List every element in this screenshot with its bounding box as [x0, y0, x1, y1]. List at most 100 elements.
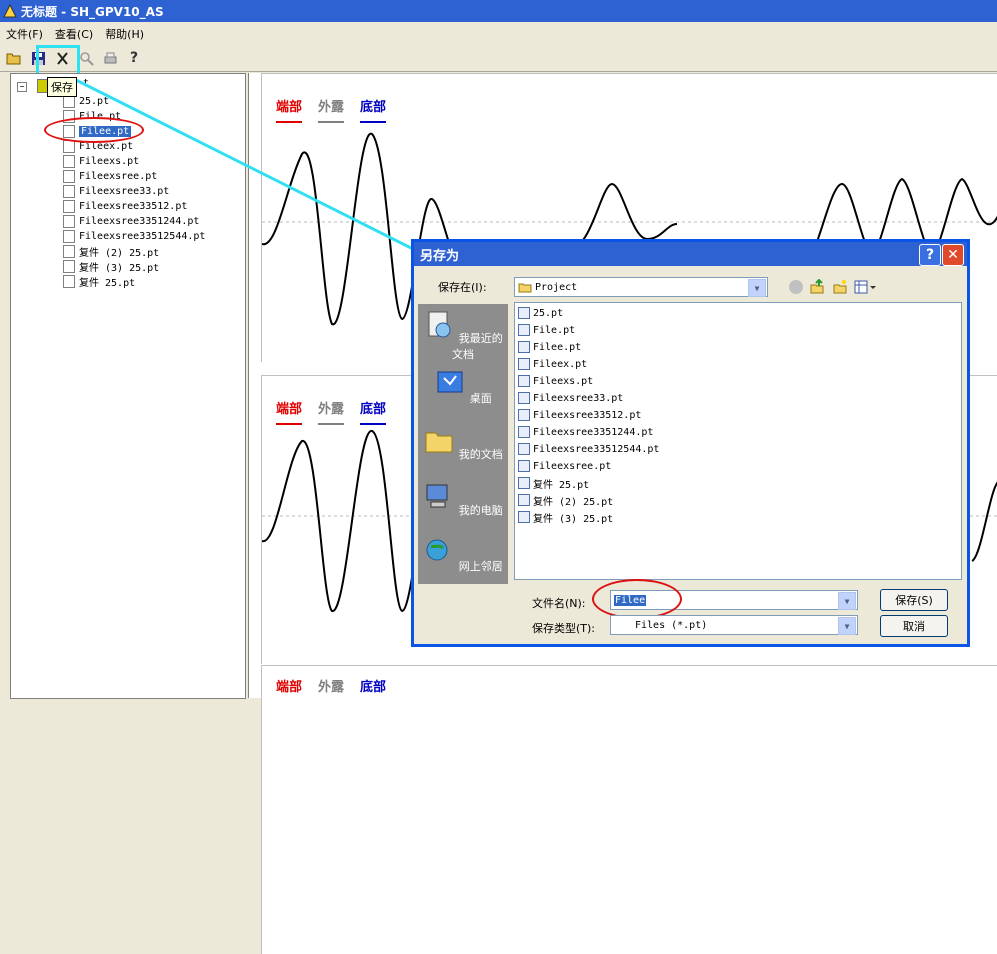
file-icon — [518, 443, 530, 455]
list-item[interactable]: Filee.pt — [518, 339, 581, 355]
place-label: 我最近的文档 — [452, 332, 503, 361]
folder-icon — [518, 283, 532, 292]
computer-icon — [426, 484, 448, 508]
save-button[interactable]: 保存(S) — [880, 589, 948, 611]
place-my-computer[interactable]: 我的电脑 — [418, 480, 508, 518]
legend: 端部 外露 底部 — [276, 676, 386, 703]
file-icon — [518, 341, 530, 353]
dialog-close-button[interactable]: ✕ — [942, 244, 964, 266]
list-item[interactable]: Fileexsree33512544.pt — [518, 441, 659, 457]
menu-view[interactable]: 查看(C) — [49, 26, 99, 42]
up-folder-button[interactable] — [809, 278, 825, 295]
new-folder-button[interactable] — [832, 279, 848, 295]
lookin-combo[interactable]: Project ▼ — [514, 277, 768, 297]
tree-item[interactable]: Fileexs.pt — [63, 154, 139, 168]
list-item[interactable]: Fileexsree33512.pt — [518, 407, 641, 423]
list-item[interactable]: Fileexsree3351244.pt — [518, 424, 653, 440]
list-item[interactable]: Fileexsree33.pt — [518, 390, 623, 406]
file-icon — [63, 229, 75, 243]
tree-item[interactable]: 复件 (2) 25.pt — [63, 244, 159, 259]
question-icon: ? — [925, 247, 935, 263]
place-label: 桌面 — [469, 392, 492, 405]
wave-panel-3: 端部 外露 底部 — [261, 665, 997, 954]
view-menu-button[interactable] — [854, 279, 878, 295]
back-button[interactable] — [789, 280, 803, 294]
filename-annotation — [592, 579, 682, 619]
place-recent[interactable]: 我最近的文档 — [418, 308, 508, 362]
folder-open-icon — [6, 53, 21, 65]
file-icon — [518, 375, 530, 387]
place-my-documents[interactable]: 我的文档 — [418, 424, 508, 462]
tree-item[interactable]: Fileexsree33512544.pt — [63, 229, 205, 243]
tree-item[interactable]: Fileexsree.pt — [63, 169, 157, 183]
place-label: 我的电脑 — [458, 504, 503, 517]
menu-bar: 文件(F) 查看(C) 帮助(H) — [0, 23, 997, 44]
place-network[interactable]: 网上邻居 — [418, 536, 508, 574]
network-globe-icon — [426, 539, 448, 561]
desktop-icon — [437, 371, 463, 393]
printer-icon — [104, 52, 116, 63]
place-desktop[interactable]: 桌面 — [418, 368, 508, 406]
file-icon — [63, 184, 75, 198]
list-item[interactable]: 复件 (2) 25.pt — [518, 492, 613, 508]
close-icon: ✕ — [947, 247, 959, 263]
tree-item[interactable]: Fileexsree33.pt — [63, 184, 169, 198]
file-icon — [63, 199, 75, 213]
tree-item[interactable]: Fileexsree33512.pt — [63, 199, 187, 213]
up-folder-icon — [810, 278, 824, 294]
file-icon — [518, 460, 530, 472]
file-icon — [518, 477, 530, 489]
legend-end: 端部 — [276, 680, 303, 695]
recent-documents-icon — [428, 311, 451, 338]
list-item[interactable]: 复件 25.pt — [518, 475, 589, 491]
file-icon — [63, 244, 75, 258]
new-folder-icon — [833, 280, 847, 294]
dialog-title: 另存为 — [420, 248, 460, 264]
chevron-down-icon[interactable]: ▼ — [748, 279, 766, 297]
place-label: 网上邻居 — [458, 560, 503, 573]
print-button[interactable] — [100, 48, 120, 68]
file-icon — [518, 324, 530, 336]
list-item[interactable]: 25.pt — [518, 305, 563, 321]
lookin-value: Project — [535, 281, 578, 293]
file-icon — [518, 511, 530, 523]
list-item[interactable]: Fileexsree.pt — [518, 458, 611, 474]
question-icon: ? — [129, 50, 139, 66]
tree-collapse-toggle[interactable]: − — [17, 82, 27, 92]
window-title: 无标题 - SH_GPV10_AS — [21, 4, 164, 19]
tree-item[interactable]: 复件 25.pt — [63, 274, 135, 289]
chevron-down-icon[interactable]: ▼ — [838, 617, 856, 635]
legend-bottom: 底部 — [360, 680, 387, 695]
dialog-title-bar[interactable]: 另存为 — [414, 242, 967, 266]
window-title-bar[interactable]: 无标题 - SH_GPV10_AS — [0, 0, 997, 22]
dialog-help-button[interactable]: ? — [919, 244, 941, 266]
list-item[interactable]: Fileexs.pt — [518, 373, 593, 389]
tree-root-label: t — [83, 78, 90, 89]
file-list[interactable]: 25.pt File.pt Filee.pt Fileex.pt Fileexs… — [514, 302, 962, 580]
file-tree[interactable]: − t 25.pt File.pt Filee.pt Fileex.pt Fil… — [10, 73, 246, 699]
list-item[interactable]: Fileex.pt — [518, 356, 587, 372]
list-item[interactable]: 复件 (3) 25.pt — [518, 509, 613, 525]
file-icon — [518, 358, 530, 370]
menu-file[interactable]: 文件(F) — [0, 26, 49, 42]
menu-help[interactable]: 帮助(H) — [99, 26, 150, 42]
cancel-button[interactable]: 取消 — [880, 615, 948, 637]
filename-label: 文件名(N): — [532, 597, 586, 610]
file-icon — [63, 274, 75, 288]
file-icon — [518, 409, 530, 421]
places-bar: 我最近的文档 桌面 我的文档 我的电脑 网上邻居 — [418, 304, 508, 584]
list-item[interactable]: File.pt — [518, 322, 575, 338]
open-button[interactable] — [4, 48, 24, 68]
save-as-dialog[interactable]: 另存为 ? ✕ 保存在(I): Project ▼ 我最近的文档 桌面 我的文档… — [411, 239, 970, 647]
filetype-select[interactable]: Files (*.pt) ▼ — [610, 615, 858, 635]
help-button[interactable]: ? — [124, 48, 144, 68]
chevron-down-icon[interactable]: ▼ — [838, 592, 856, 610]
tree-item[interactable]: 复件 (3) 25.pt — [63, 259, 159, 274]
filetype-label: 保存类型(T): — [532, 622, 596, 635]
tree-item[interactable]: Fileexsree3351244.pt — [63, 214, 199, 228]
save-tooltip: 保存 — [47, 77, 77, 97]
file-icon — [63, 259, 75, 273]
place-label: 我的文档 — [458, 448, 503, 461]
file-icon — [518, 307, 530, 319]
file-icon — [63, 214, 75, 228]
